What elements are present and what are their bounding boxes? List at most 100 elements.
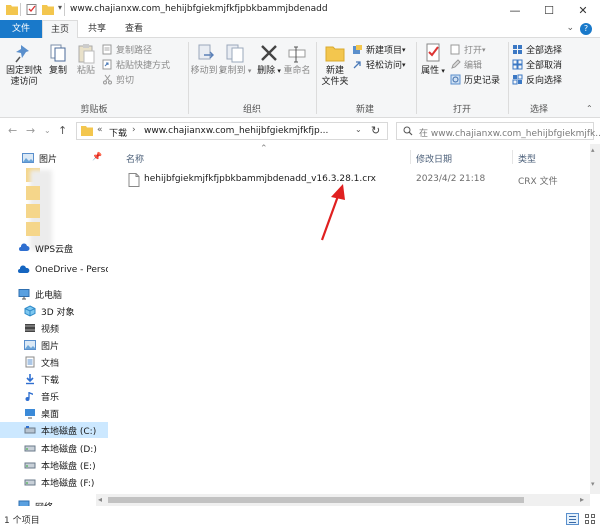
properties-qat-icon[interactable] (26, 4, 38, 15)
sidebar-item-label: 桌面 (41, 409, 60, 420)
tab-home[interactable]: 主页 (42, 20, 78, 39)
paste-shortcut-icon (102, 59, 112, 70)
paste-shortcut-label: 粘贴快捷方式 (116, 61, 171, 71)
refresh-icon[interactable]: ↻ (371, 124, 380, 137)
copy-button[interactable]: 复制 (44, 42, 72, 77)
new-folder-button[interactable]: 新建 文件夹 (318, 42, 352, 88)
scroll-down-icon[interactable]: ▾ (591, 480, 595, 488)
computer-icon (18, 289, 30, 300)
up-icon[interactable]: ↑ (58, 124, 67, 137)
sidebar-item-network[interactable]: 网络 (0, 498, 108, 506)
sidebar-item-drive-d[interactable]: 本地磁盘 (D:) (0, 440, 108, 456)
window-title: www.chajianxw.com_hehijbfgiekmjfkfjpbkba… (70, 4, 328, 14)
help-icon[interactable]: ? (580, 23, 592, 35)
easy-access-button[interactable]: 轻松访问 ▾ (352, 58, 406, 71)
sidebar-item-videos[interactable]: 视频 (0, 320, 108, 336)
breadcrumb-overflow[interactable]: « (97, 125, 103, 135)
select-all-button[interactable]: 全部选择 (512, 43, 562, 56)
history-icon (450, 74, 461, 85)
forward-icon[interactable]: → (26, 124, 35, 137)
tab-view[interactable]: 查看 (116, 20, 152, 38)
address-bar[interactable]: « 下载 › www.chajianxw.com_hehijbfgiekmjfk… (76, 122, 388, 140)
sidebar-item-drive-e[interactable]: 本地磁盘 (E:) (0, 457, 108, 473)
paste-button[interactable]: 粘贴 (72, 42, 100, 77)
ribbon: 固定到快 速访问 复制 粘贴 复制路径 粘贴快捷方式 剪切 剪贴板 移动到 ▾ … (0, 38, 600, 118)
cut-button[interactable]: 剪切 (102, 73, 134, 86)
sidebar-item-label: 下载 (41, 375, 60, 386)
sidebar-item-documents[interactable]: 文档 (0, 354, 108, 370)
column-header-name[interactable]: 名称 (126, 152, 144, 165)
scroll-right-icon[interactable]: ▸ (580, 495, 584, 504)
edit-button[interactable]: 编辑 (450, 58, 482, 71)
scroll-left-icon[interactable]: ◂ (98, 495, 102, 504)
history-button[interactable]: 历史记录 (450, 73, 500, 86)
qat-dropdown-icon[interactable]: ▾ (58, 3, 62, 12)
table-row[interactable]: hehijbfgiekmjfkfjpbkbammjbdenadd_v16.3.2… (122, 171, 592, 189)
tab-file[interactable]: 文件 (0, 20, 42, 38)
new-item-button[interactable]: 新建项目 ▾ (352, 43, 406, 56)
ribbon-minimize-icon[interactable]: ⌃ (586, 104, 593, 113)
rename-label: 重命名 (283, 66, 311, 76)
cloud-icon (19, 243, 30, 251)
drive-icon (24, 479, 36, 486)
back-icon[interactable]: ← (8, 124, 17, 137)
search-input[interactable]: 在 www.chajianxw.com_hehijbfgiekmjfk... (396, 122, 600, 140)
close-button[interactable]: ✕ (566, 0, 600, 20)
ribbon-collapse-icon[interactable]: ⌄ (566, 23, 574, 33)
sidebar-item-desktop[interactable]: 桌面 (0, 405, 108, 421)
column-header-modified[interactable]: 修改日期 (416, 152, 452, 165)
address-dropdown-icon[interactable]: ⌄ (355, 125, 362, 134)
move-to-icon (198, 44, 214, 60)
sidebar-item-music[interactable]: 音乐 (0, 388, 108, 404)
sidebar-item-this-pc[interactable]: 此电脑 (0, 286, 108, 302)
onedrive-icon (18, 265, 30, 273)
sidebar-item-drive-c[interactable]: 本地磁盘 (C:) (0, 422, 108, 438)
recent-dropdown-icon[interactable]: ⌄ (44, 126, 51, 135)
horizontal-scrollbar[interactable]: ◂ ▸ (96, 494, 590, 506)
rename-button[interactable]: 重命名 (282, 42, 312, 77)
sidebar-item-onedrive[interactable]: OneDrive - Perso (0, 262, 108, 278)
desktop-icon (25, 409, 35, 419)
sidebar-item-downloads[interactable]: 下载 (0, 371, 108, 387)
sidebar-item-drive-f[interactable]: 本地磁盘 (F:) (0, 474, 108, 490)
delete-button[interactable]: 删除 ▾ (256, 42, 282, 77)
delete-icon (261, 45, 277, 61)
breadcrumb-downloads[interactable]: 下载 (109, 126, 127, 139)
column-header-type[interactable]: 类型 (518, 152, 536, 165)
minimize-button[interactable]: — (498, 0, 532, 20)
sidebar-item-label: 本地磁盘 (D:) (41, 444, 97, 455)
new-group-label: 新建 (355, 105, 374, 115)
scrollbar-thumb[interactable] (108, 497, 524, 503)
maximize-button[interactable]: ☐ (532, 0, 566, 20)
copy-path-icon (102, 44, 112, 55)
sidebar-item-wps[interactable]: WPS云盘 (0, 240, 108, 256)
large-icons-view-icon[interactable] (584, 513, 596, 525)
invert-selection-button[interactable]: 反向选择 (512, 73, 562, 86)
sidebar-item-pictures-pinned[interactable]: 图片 📌 (0, 150, 108, 166)
vertical-scrollbar[interactable]: ▴ ▾ (590, 144, 600, 494)
easy-access-icon (353, 61, 361, 69)
file-icon (128, 173, 140, 187)
sidebar-item-3d-objects[interactable]: 3D 对象 (0, 303, 108, 319)
properties-button[interactable]: 属性 ▾ (418, 42, 448, 77)
new-folder-qat-icon[interactable] (42, 4, 54, 15)
copy-path-button[interactable]: 复制路径 (102, 43, 152, 56)
clipboard-group-label: 剪贴板 (80, 105, 108, 115)
pin-quick-access-button[interactable]: 固定到快 速访问 (4, 42, 44, 88)
select-none-button[interactable]: 全部取消 (512, 58, 562, 71)
delete-label: 删除 (257, 66, 276, 76)
sidebar-item-pictures[interactable]: 图片 (0, 337, 108, 353)
details-view-icon[interactable] (566, 513, 579, 525)
paste-shortcut-button[interactable]: 粘贴快捷方式 (102, 58, 170, 71)
open-button[interactable]: 打开 ▾ (450, 43, 486, 56)
tab-share[interactable]: 共享 (80, 20, 114, 38)
breadcrumb-folder[interactable]: www.chajianxw.com_hehijbfgiekmjfkfjp... (144, 126, 328, 136)
open-icon (450, 44, 460, 55)
breadcrumb-separator[interactable]: › (132, 125, 136, 135)
copy-to-button[interactable]: 复制到 ▾ (218, 42, 252, 77)
sidebar-item-label: 视频 (41, 324, 60, 335)
history-label: 历史记录 (464, 76, 501, 86)
cube-icon (24, 305, 36, 317)
scroll-up-icon[interactable]: ▴ (591, 146, 595, 154)
copy-to-icon (226, 44, 244, 63)
